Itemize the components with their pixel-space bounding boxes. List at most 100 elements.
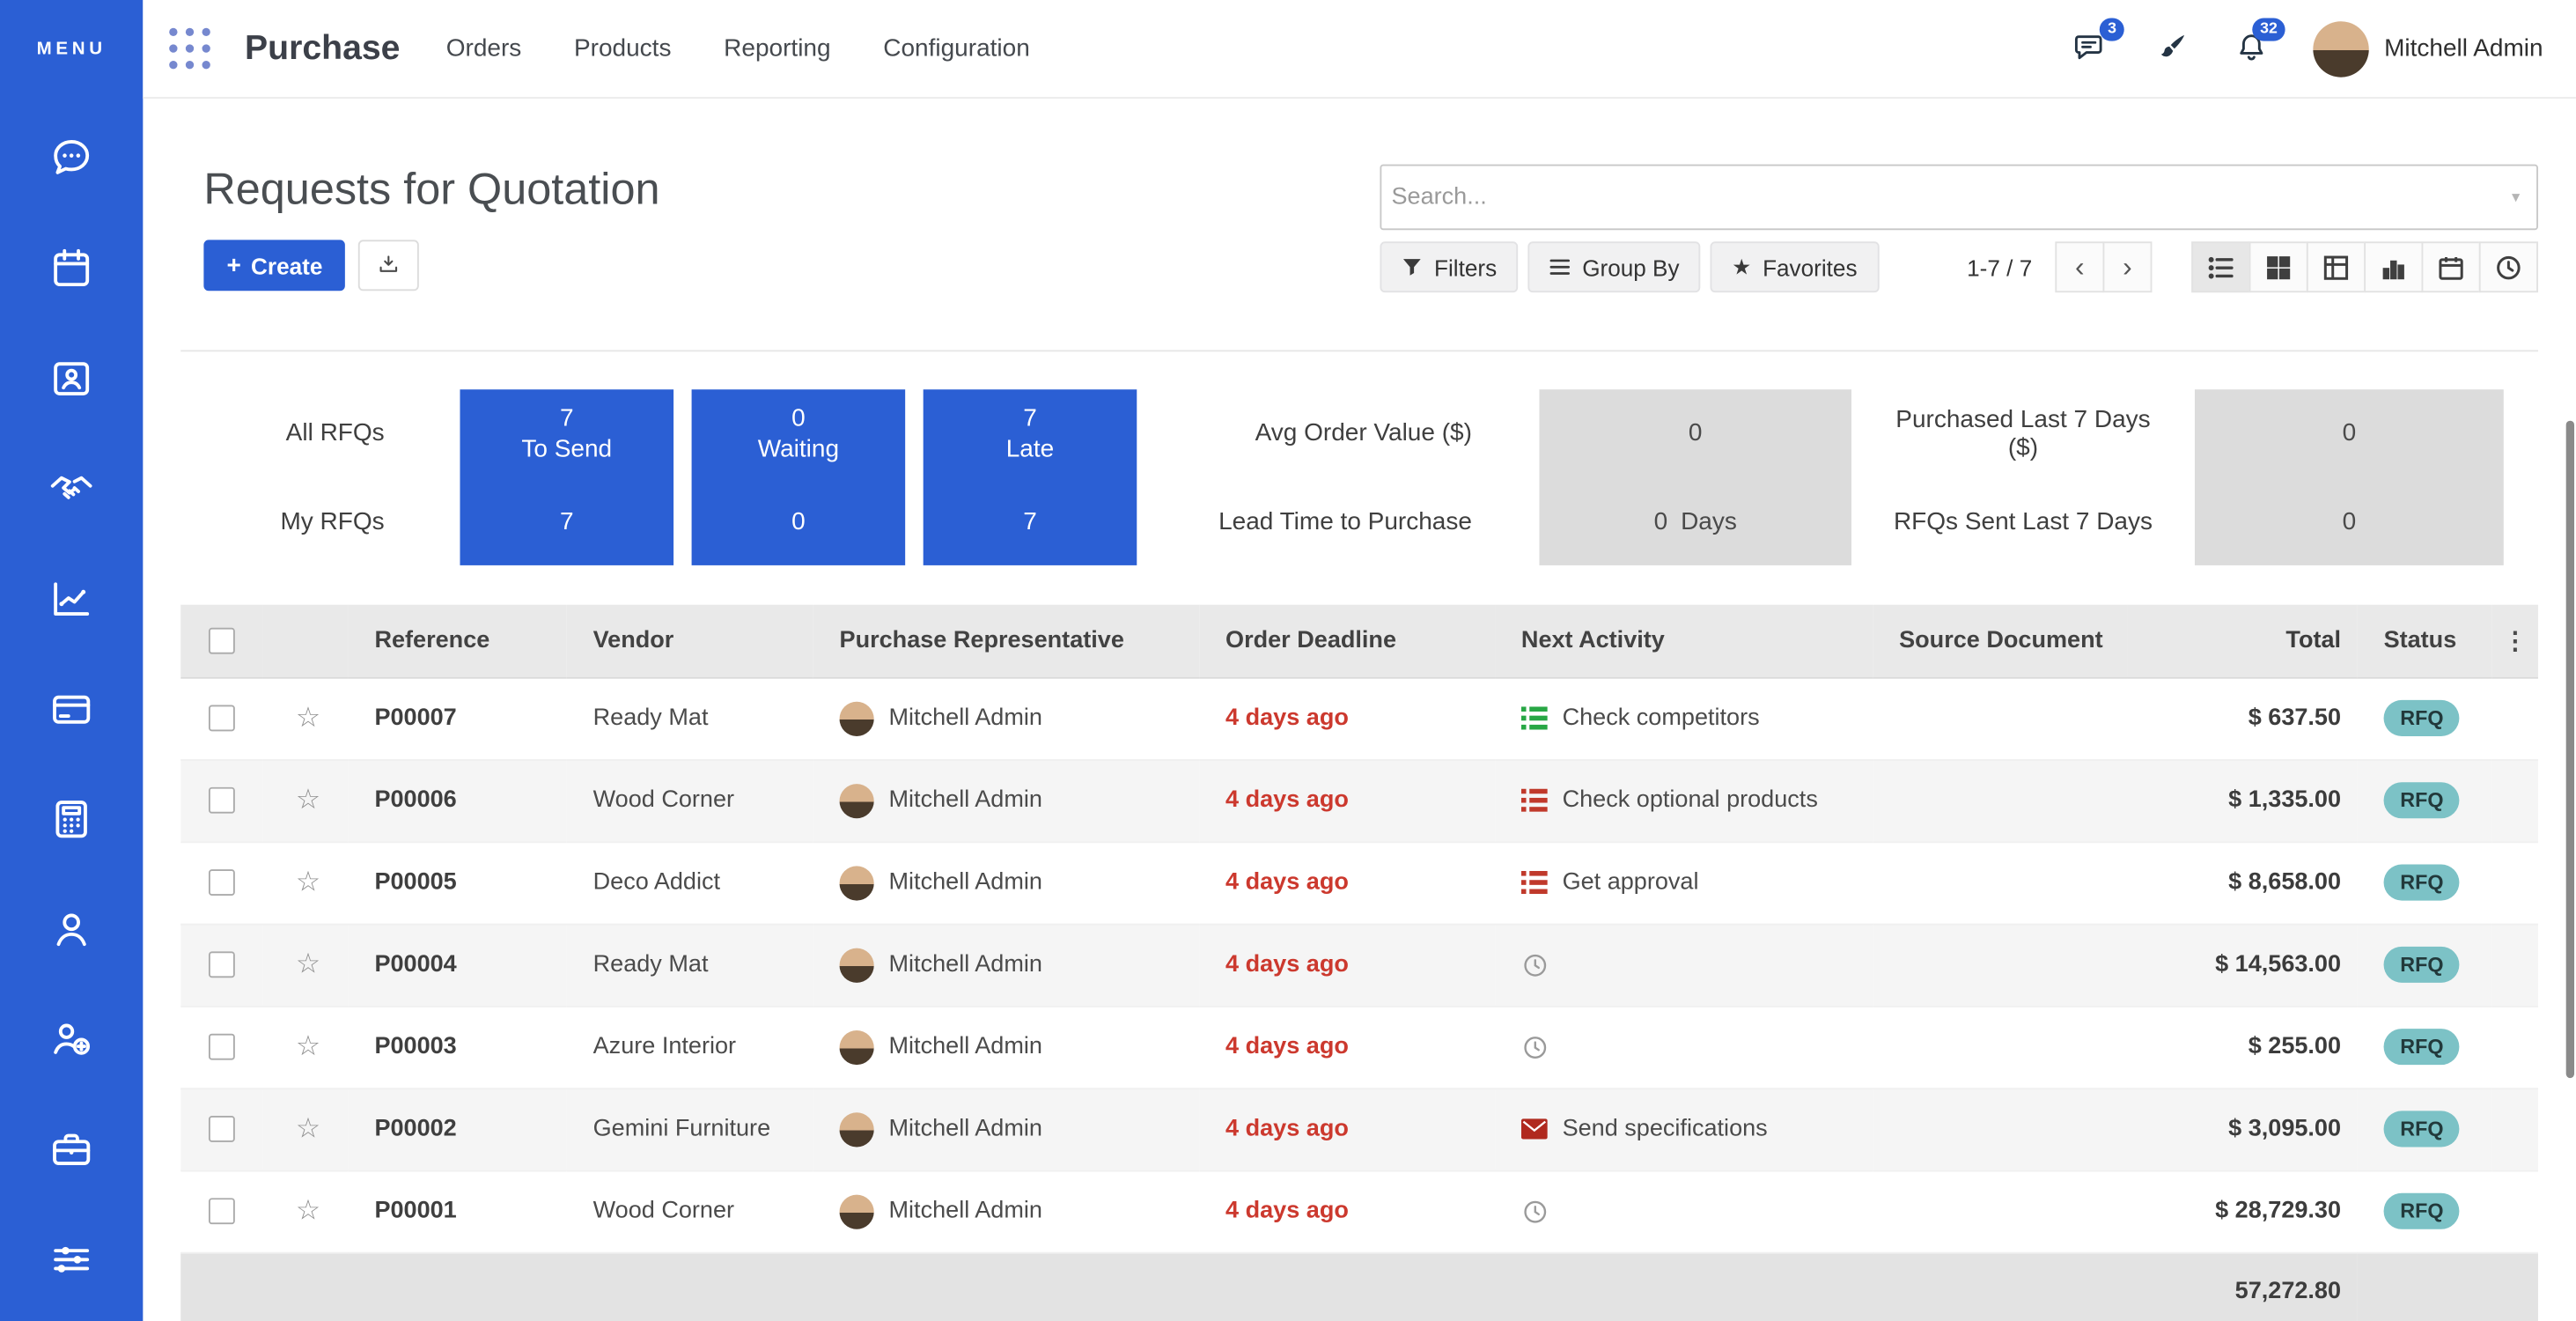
- filters-button[interactable]: Filters: [1380, 241, 1518, 292]
- export-button[interactable]: [358, 240, 419, 291]
- table-footer-row: 57,272.80: [180, 1252, 2538, 1321]
- pager-previous-button[interactable]: ‹: [2055, 241, 2104, 292]
- calendar-icon[interactable]: [48, 245, 95, 292]
- table-row[interactable]: ☆ P00001 Wood Corner Mitchell Admin 4 da…: [180, 1170, 2538, 1252]
- tile-to-send[interactable]: 7 To Send 7: [460, 389, 673, 565]
- apps-grid-icon[interactable]: [169, 27, 212, 70]
- discuss-icon[interactable]: [48, 135, 95, 182]
- select-all-checkbox[interactable]: [209, 627, 235, 653]
- menu-reporting[interactable]: Reporting: [724, 34, 830, 63]
- column-header-activity[interactable]: Next Activity: [1495, 605, 1873, 677]
- row-checkbox[interactable]: [209, 952, 235, 978]
- favorites-button[interactable]: ★ Favorites: [1711, 241, 1879, 292]
- activity-cell[interactable]: Get approval: [1521, 842, 1873, 922]
- list-view-button[interactable]: [2191, 241, 2250, 292]
- optional-columns-button[interactable]: ⋮: [2492, 605, 2538, 677]
- activity-view-button[interactable]: [2479, 241, 2538, 292]
- deadline-cell: 4 days ago: [1199, 1170, 1495, 1252]
- favorite-star-icon[interactable]: ☆: [263, 1112, 321, 1145]
- activity-cell[interactable]: [1521, 925, 1873, 1005]
- table-row[interactable]: ☆ P00004 Ready Mat Mitchell Admin 4 days…: [180, 924, 2538, 1006]
- row-checkbox[interactable]: [209, 1034, 235, 1060]
- metric-tile-left[interactable]: 0 0 Days: [1539, 389, 1851, 565]
- main-content: Requests for Quotation + Create: [143, 99, 2576, 1321]
- referral-icon[interactable]: [48, 1015, 95, 1063]
- activity-cell[interactable]: [1521, 1171, 1873, 1251]
- search-input[interactable]: [1392, 184, 2513, 210]
- row-checkbox[interactable]: [209, 787, 235, 814]
- menu-configuration[interactable]: Configuration: [883, 34, 1030, 63]
- activity-cell[interactable]: Send specifications: [1521, 1089, 1873, 1169]
- favorites-label: Favorites: [1763, 254, 1857, 280]
- app-name[interactable]: Purchase: [245, 29, 400, 69]
- table-row[interactable]: ☆ P00002 Gemini Furniture Mitchell Admin…: [180, 1088, 2538, 1170]
- representative-avatar: [840, 1111, 874, 1146]
- calendar-view-icon: [2438, 254, 2464, 280]
- activity-clock-icon: [1521, 950, 1549, 978]
- table-row[interactable]: ☆ P00006 Wood Corner Mitchell Admin 4 da…: [180, 759, 2538, 841]
- vendor-cell: Deco Addict: [567, 841, 813, 923]
- employees-icon[interactable]: [48, 905, 95, 953]
- total-cell: $ 8,658.00: [2127, 841, 2357, 923]
- messages-button[interactable]: 3: [2072, 30, 2110, 68]
- theme-brush-button[interactable]: [2153, 30, 2190, 68]
- plus-icon: +: [227, 251, 241, 279]
- expenses-card-icon[interactable]: [48, 685, 95, 733]
- deadline-cell: 4 days ago: [1199, 677, 1495, 759]
- favorite-star-icon[interactable]: ☆: [263, 702, 321, 734]
- column-header-vendor[interactable]: Vendor: [567, 605, 813, 677]
- create-button[interactable]: + Create: [203, 240, 345, 291]
- activity-cell[interactable]: Check competitors: [1521, 678, 1873, 758]
- settings-sliders-icon[interactable]: [48, 1236, 95, 1283]
- table-row[interactable]: ☆ P00005 Deco Addict Mitchell Admin 4 da…: [180, 841, 2538, 923]
- column-header-representative[interactable]: Purchase Representative: [813, 605, 1200, 677]
- favorite-star-icon[interactable]: ☆: [263, 1195, 321, 1228]
- activities-button[interactable]: 32: [2233, 30, 2271, 68]
- tile-waiting[interactable]: 0 Waiting 0: [692, 389, 906, 565]
- column-header-deadline[interactable]: Order Deadline: [1199, 605, 1495, 677]
- metric-tile-right[interactable]: 0 0: [2195, 389, 2504, 565]
- activity-cell[interactable]: Check optional products: [1521, 760, 1873, 840]
- menu-products[interactable]: Products: [574, 34, 671, 63]
- tile-late[interactable]: 7 Late 7: [924, 389, 1137, 565]
- favorite-star-icon[interactable]: ☆: [263, 784, 321, 816]
- row-checkbox[interactable]: [209, 1198, 235, 1224]
- pager-value[interactable]: 1-7 / 7: [1967, 254, 2032, 280]
- pivot-view-button[interactable]: [2307, 241, 2366, 292]
- table-row[interactable]: ☆ P00007 Ready Mat Mitchell Admin 4 days…: [180, 677, 2538, 759]
- activity-cell[interactable]: [1521, 1007, 1873, 1087]
- menu-orders[interactable]: Orders: [446, 34, 522, 63]
- column-header-status[interactable]: Status: [2358, 605, 2492, 677]
- favorite-star-icon[interactable]: ☆: [263, 866, 321, 898]
- vendor-cell: Ready Mat: [567, 924, 813, 1006]
- source-cell: [1873, 759, 2127, 841]
- inventory-icon[interactable]: [48, 1125, 95, 1173]
- vertical-scrollbar[interactable]: [2566, 421, 2574, 1078]
- row-checkbox[interactable]: [209, 1116, 235, 1142]
- crm-handshake-icon[interactable]: [48, 465, 95, 513]
- sales-chart-icon[interactable]: [48, 575, 95, 623]
- column-header-source[interactable]: Source Document: [1873, 605, 2127, 677]
- all-rfqs-link[interactable]: All RFQs: [180, 389, 384, 477]
- user-menu[interactable]: Mitchell Admin: [2314, 20, 2543, 76]
- tile-waiting-label: Waiting: [758, 435, 839, 463]
- topbar: Purchase Orders Products Reporting Confi…: [143, 0, 2576, 99]
- accounting-calculator-icon[interactable]: [48, 795, 95, 843]
- menu-toggle[interactable]: MENU: [37, 0, 107, 99]
- favorite-star-icon[interactable]: ☆: [263, 1030, 321, 1063]
- calendar-view-button[interactable]: [2421, 241, 2480, 292]
- table-row[interactable]: ☆ P00003 Azure Interior Mitchell Admin 4…: [180, 1006, 2538, 1088]
- column-header-reference[interactable]: Reference: [349, 605, 567, 677]
- row-checkbox[interactable]: [209, 869, 235, 896]
- my-rfqs-link[interactable]: My RFQs: [180, 477, 384, 565]
- graph-view-button[interactable]: [2364, 241, 2423, 292]
- group-by-button[interactable]: Group By: [1528, 241, 1701, 292]
- row-checkbox[interactable]: [209, 705, 235, 732]
- search-caret-down-icon[interactable]: ▾: [2512, 188, 2520, 207]
- kanban-view-button[interactable]: [2249, 241, 2308, 292]
- contacts-icon[interactable]: [48, 355, 95, 402]
- pager-next-button[interactable]: ›: [2102, 241, 2152, 292]
- favorite-star-icon[interactable]: ☆: [263, 948, 321, 981]
- status-badge: RFQ: [2384, 700, 2461, 736]
- column-header-total[interactable]: Total: [2127, 605, 2357, 677]
